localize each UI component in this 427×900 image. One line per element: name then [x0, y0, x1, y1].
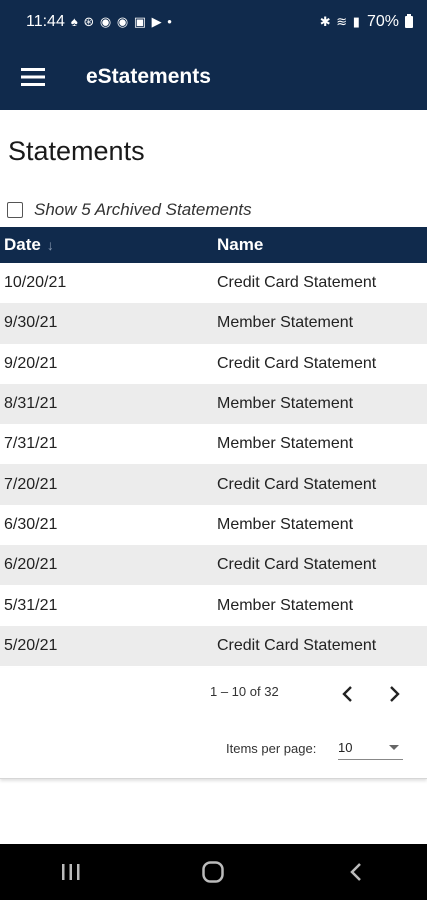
recent-apps-button[interactable]	[41, 852, 101, 892]
row-date: 9/20/21	[4, 354, 58, 372]
row-name: Member Statement	[217, 515, 354, 533]
status-right: ✱ ≋ ▮ 70%	[320, 13, 413, 31]
archived-label: Show 5 Archived Statements	[34, 200, 252, 219]
row-name: Member Statement	[217, 435, 354, 453]
table-row[interactable]: 7/31/21 Member Statement	[0, 424, 427, 465]
date-column-header[interactable]: Date ↓	[0, 235, 214, 255]
sort-arrow-icon: ↓	[46, 237, 54, 253]
table-row[interactable]: 6/20/21 Credit Card Statement	[0, 545, 427, 586]
table-row[interactable]: 9/30/21 Member Statement	[0, 303, 427, 344]
previous-page-button[interactable]	[333, 680, 361, 708]
system-nav-bar	[0, 844, 427, 900]
row-name: Credit Card Statement	[217, 274, 377, 292]
recent-apps-icon	[62, 864, 80, 880]
table-row[interactable]: 6/30/21 Member Statement	[0, 504, 427, 546]
row-date: 7/20/21	[4, 475, 58, 493]
row-name: Credit Card Statement	[217, 636, 377, 654]
status-time: 11:44	[26, 13, 65, 30]
status-bar: 11:44 ♠ ⊛ ◉ ◉ ▣ ▶ • ✱ ≋ ▮ 70%	[0, 0, 427, 44]
items-per-page-select[interactable]: 10	[338, 736, 403, 760]
row-name: Credit Card Statement	[217, 354, 377, 372]
table-row[interactable]: 5/31/21 Member Statement	[0, 585, 427, 626]
hamburger-menu-icon	[21, 68, 45, 86]
table-body: 10/20/21 Credit Card Statement 9/30/21 Mem…	[0, 263, 427, 666]
name-header-label: Name	[217, 235, 264, 254]
chevron-right-icon	[390, 686, 400, 702]
row-date: 6/30/21	[4, 515, 58, 533]
row-name: Member Statement	[217, 395, 354, 413]
table-row[interactable]: 10/20/21 Credit Card Statement	[0, 263, 427, 304]
table-row[interactable]: 5/20/21 Credit Card Statement	[0, 625, 427, 666]
status-left: 11:44 ♠ ⊛ ◉ ◉ ▣ ▶ •	[26, 13, 173, 31]
row-name: Member Statement	[217, 596, 354, 614]
table-row[interactable]: 9/20/21 Credit Card Statement	[0, 343, 427, 384]
chevron-left-icon	[342, 686, 352, 702]
items-per-page-value: 10	[338, 740, 353, 755]
table-header: Date ↓ Name	[0, 227, 427, 263]
row-name: Member Statement	[217, 314, 354, 332]
back-icon	[350, 863, 361, 881]
table-row[interactable]: 7/20/21 Credit Card Statement	[0, 464, 427, 505]
row-date: 7/31/21	[4, 435, 58, 453]
archived-checkbox[interactable]	[7, 202, 23, 218]
home-icon	[202, 861, 225, 883]
row-date: 5/31/21	[4, 596, 58, 614]
home-button[interactable]	[183, 852, 243, 892]
menu-button[interactable]	[0, 44, 66, 110]
row-name: Credit Card Statement	[217, 475, 377, 493]
app-title: eStatements	[86, 65, 211, 88]
paginator: 1 – 10 of 32 Items per page: 10	[0, 668, 427, 779]
page-range-label: 1 – 10 of 32	[210, 684, 279, 699]
row-date: 6/20/21	[4, 556, 58, 574]
statements-table: Date ↓ Name 10/20/21 Credit Card Statemen…	[0, 227, 427, 666]
row-date: 9/30/21	[4, 314, 58, 332]
row-date: 5/20/21	[4, 636, 58, 654]
show-archived-toggle[interactable]: Show 5 Archived Statements	[7, 198, 252, 222]
date-header-label: Date	[4, 235, 41, 254]
table-row[interactable]: 8/31/21 Member Statement	[0, 383, 427, 425]
battery-percent: 70%	[366, 13, 399, 30]
dropdown-caret-icon	[389, 745, 399, 750]
items-per-page-label: Items per page:	[226, 741, 317, 756]
app-bar: eStatements	[0, 44, 427, 110]
notification-icons: ♠ ⊛ ◉ ◉ ▣ ▶ •	[70, 14, 173, 29]
row-date: 10/20/21	[4, 274, 67, 292]
page-title: Statements	[8, 136, 145, 166]
name-column-header: Name	[214, 235, 263, 255]
connectivity-icons: ✱ ≋ ▮	[319, 14, 361, 29]
row-name: Credit Card Statement	[217, 556, 377, 574]
row-date: 8/31/21	[4, 395, 58, 413]
battery-icon	[405, 14, 413, 28]
back-button[interactable]	[326, 852, 386, 892]
next-page-button[interactable]	[381, 680, 409, 708]
